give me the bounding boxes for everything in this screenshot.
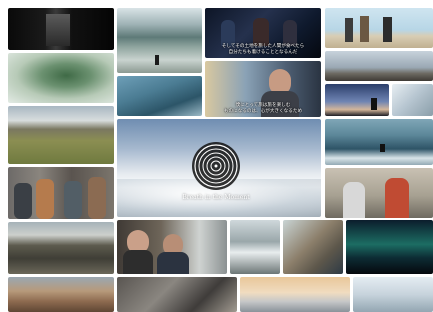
photo-bus-passengers [117, 220, 227, 274]
photo-portrait-interview: 僕にとって旅は旅を楽しむ ものになるのは、心が大きくなるため [205, 61, 321, 117]
photo-dusk-silhouette [325, 84, 389, 116]
subtitle-line-4: ものになるのは、心が大きくなるため [223, 109, 303, 114]
photo-people-backpacks [8, 167, 114, 219]
photo-snow-closeup [392, 84, 433, 116]
photo-coastline [230, 220, 280, 274]
photo-people-beach [325, 8, 433, 48]
photo-wave-surfer [117, 8, 202, 73]
photo-interview-group: そしてその土地を旅した人間が食べたら 自分たちも着けることとなるんだ [205, 8, 321, 58]
photo-surfer-wave [325, 119, 433, 165]
photo-rock-texture [117, 277, 237, 312]
photo-cliff-ocean [283, 220, 343, 274]
film-title: Breath in the Moment [182, 194, 250, 201]
photo-desert-smiling-couple [325, 168, 433, 218]
photo-snow-field [353, 277, 433, 312]
photo-green-ocean-aerial [8, 53, 114, 103]
photo-rocky-hill [8, 277, 114, 312]
photo-aurora-night [346, 220, 433, 274]
photo-mountain-sunset [325, 51, 433, 81]
subtitle-line-2: 自分たちも着けることとなるんだ [228, 50, 298, 55]
photo-green-valley [8, 106, 114, 164]
photo-ice-blue [117, 76, 202, 116]
tree-ring-logo [190, 140, 242, 192]
photo-dark-doorway [8, 8, 114, 50]
photo-road-aerial [8, 222, 114, 274]
photo-sunset-clouds [240, 277, 350, 312]
